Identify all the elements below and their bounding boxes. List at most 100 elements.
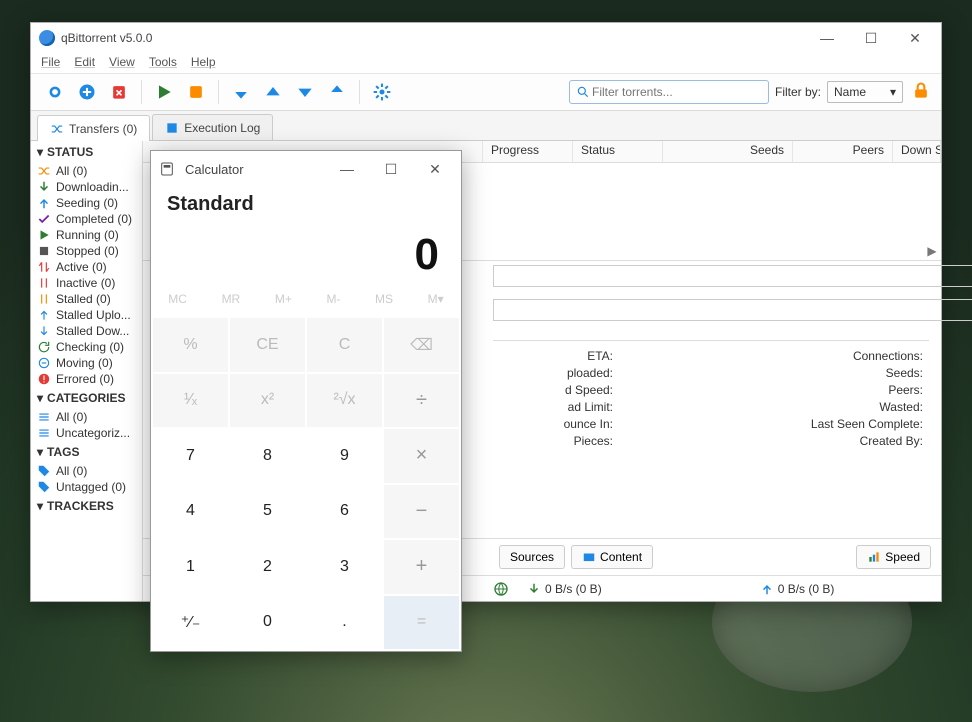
calc-mem-button[interactable]: M▾ [428,292,444,306]
tab-transfers[interactable]: Transfers (0) [37,115,150,141]
calc-titlebar[interactable]: Calculator ― ☐ ✕ [151,151,461,187]
move-top-icon[interactable] [228,79,254,105]
calc-maximize-button[interactable]: ☐ [369,155,413,183]
calc-key-9[interactable]: 9 [307,429,382,483]
calc-key-×[interactable]: × [384,429,459,483]
calc-key-2[interactable]: 2 [230,540,305,594]
sidebar-status-head[interactable]: ▾ STATUS [31,141,142,163]
sidebar-status-item[interactable]: Stalled (0) [31,291,142,307]
sidebar-status-item[interactable]: Stalled Dow... [31,323,142,339]
menu-file[interactable]: File [41,55,60,69]
calc-key-C[interactable]: C [307,318,382,372]
move-up-icon[interactable] [260,79,286,105]
start-icon[interactable] [151,79,177,105]
col-progress[interactable]: Progress [483,141,573,162]
menu-edit[interactable]: Edit [74,55,95,69]
sidebar-status-item[interactable]: Stopped (0) [31,243,142,259]
calc-key-=[interactable]: = [384,596,459,650]
calc-key-3[interactable]: 3 [307,540,382,594]
globe-icon[interactable] [493,581,509,597]
col-seeds[interactable]: Seeds [663,141,793,162]
maximize-button[interactable]: ☐ [849,24,893,52]
sidebar-status-item[interactable]: Running (0) [31,227,142,243]
delete-icon[interactable] [106,79,132,105]
filter-input[interactable] [590,84,762,100]
lock-icon[interactable] [911,81,933,103]
filter-by-select[interactable]: Name▾ [827,81,903,103]
menu-view[interactable]: View [109,55,135,69]
calc-mode[interactable]: Standard [151,187,461,218]
menu-tools[interactable]: Tools [149,55,177,69]
calc-key-4[interactable]: 4 [153,485,228,539]
menu-help[interactable]: Help [191,55,216,69]
detail-field-1[interactable] [493,265,972,287]
sidebar-status-item[interactable]: All (0) [31,163,142,179]
move-down-icon[interactable] [292,79,318,105]
sidebar-category-item[interactable]: Uncategoriz... [31,425,142,441]
add-torrent-icon[interactable] [74,79,100,105]
calc-close-button[interactable]: ✕ [413,155,457,183]
col-downspeed[interactable]: Down S [893,141,941,162]
sidebar-categories-head[interactable]: ▾ CATEGORIES [31,387,142,409]
calc-mem-button[interactable]: MS [375,292,393,306]
add-link-icon[interactable] [42,79,68,105]
sidebar-category-item[interactable]: All (0) [31,409,142,425]
sidebar-status-item[interactable]: Stalled Uplo... [31,307,142,323]
status-icon [37,356,51,370]
calc-key-+[interactable]: + [384,540,459,594]
calc-key-7[interactable]: 7 [153,429,228,483]
calc-key-0[interactable]: 0 [230,596,305,650]
sidebar-status-item[interactable]: Active (0) [31,259,142,275]
preferences-icon[interactable] [369,79,395,105]
status-icon [37,308,51,322]
calc-key-x²[interactable]: x² [230,374,305,428]
calc-key-5[interactable]: 5 [230,485,305,539]
sidebar-status-item[interactable]: Moving (0) [31,355,142,371]
calc-minimize-button[interactable]: ― [325,155,369,183]
qb-titlebar[interactable]: qBittorrent v5.0.0 ― ☐ ✕ [31,23,941,53]
detail-field-2[interactable] [493,299,972,321]
pause-icon[interactable] [183,79,209,105]
sidebar-status-item[interactable]: Inactive (0) [31,275,142,291]
down-speed[interactable]: 0 B/s (0 B) [527,582,602,596]
calc-mem-button[interactable]: M- [326,292,340,306]
calc-key-²√x[interactable]: ²√x [307,374,382,428]
tab-speed[interactable]: Speed [856,545,931,569]
calc-mem-button[interactable]: MR [222,292,241,306]
col-status[interactable]: Status [573,141,663,162]
move-bottom-icon[interactable] [324,79,350,105]
calc-mem-button[interactable]: MC [168,292,187,306]
scroll-right-icon[interactable]: ▶ [925,244,939,258]
calc-key-CE[interactable]: CE [230,318,305,372]
tab-content[interactable]: Content [571,545,653,569]
up-speed[interactable]: 0 B/s (0 B) [760,582,835,596]
calc-key-1[interactable]: 1 [153,540,228,594]
sidebar-status-item[interactable]: Downloadin... [31,179,142,195]
calc-key-⁺⁄₋[interactable]: ⁺⁄₋ [153,596,228,650]
sidebar-status-item[interactable]: Errored (0) [31,371,142,387]
sidebar-tag-item[interactable]: All (0) [31,463,142,479]
calc-key-−[interactable]: − [384,485,459,539]
calc-key-.[interactable]: . [307,596,382,650]
calc-key-8[interactable]: 8 [230,429,305,483]
filter-torrents-search[interactable] [569,80,769,104]
sidebar-trackers-head[interactable]: ▾ TRACKERS [31,495,142,517]
sidebar-status-item[interactable]: Seeding (0) [31,195,142,211]
tab-execution-log[interactable]: Execution Log [152,114,273,140]
sidebar-tags-head[interactable]: ▾ TAGS [31,441,142,463]
calc-key-¹⁄ₓ[interactable]: ¹⁄ₓ [153,374,228,428]
tab-sources[interactable]: Sources [499,545,565,569]
sidebar-tag-item[interactable]: Untagged (0) [31,479,142,495]
calc-mem-button[interactable]: M+ [275,292,292,306]
calc-key-÷[interactable]: ÷ [384,374,459,428]
calc-keypad: %CEC⌫ ¹⁄ₓx²²√x÷ 789× 456− 123+ ⁺⁄₋0.= [151,316,461,651]
sidebar-status-item[interactable]: Completed (0) [31,211,142,227]
close-button[interactable]: ✕ [893,24,937,52]
sidebar-status-item[interactable]: Checking (0) [31,339,142,355]
minimize-button[interactable]: ― [805,24,849,52]
status-icon [37,244,51,258]
col-peers[interactable]: Peers [793,141,893,162]
calc-key-6[interactable]: 6 [307,485,382,539]
calc-key-%[interactable]: % [153,318,228,372]
calc-key-⌫[interactable]: ⌫ [384,318,459,372]
